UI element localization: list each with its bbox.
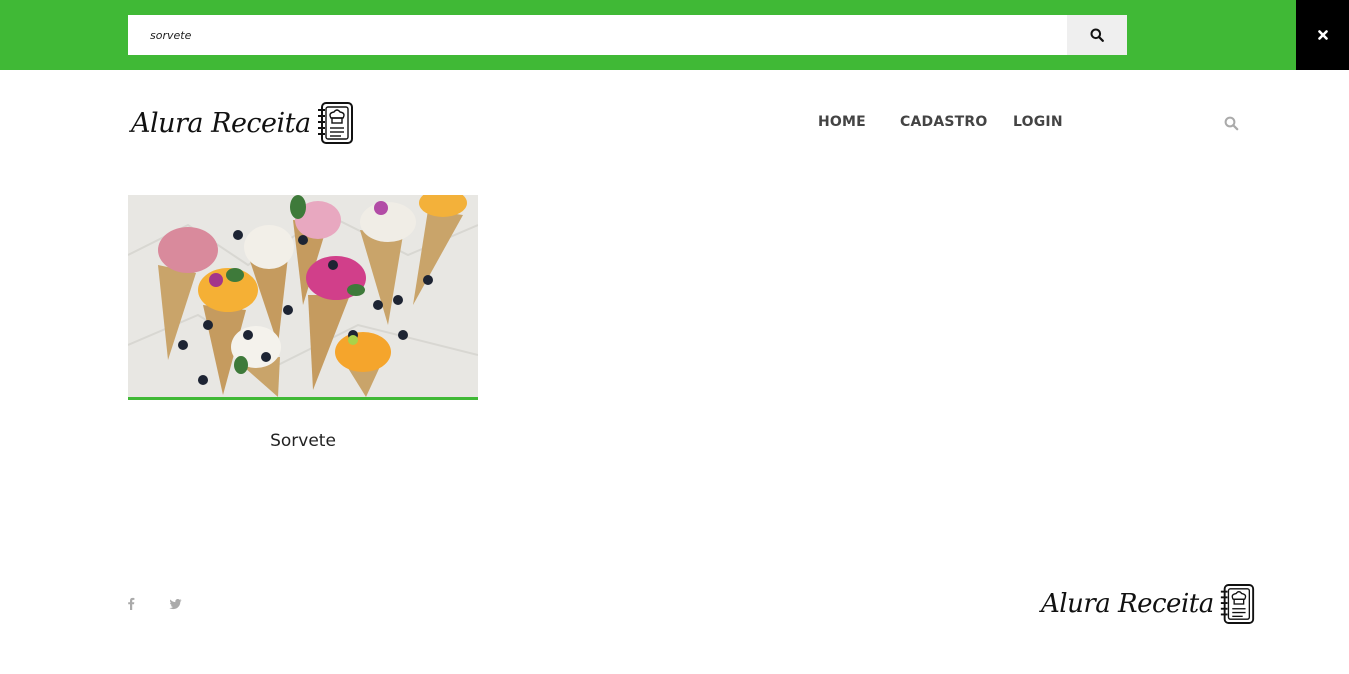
search-box: [128, 15, 1127, 55]
search-icon: [1090, 28, 1104, 42]
twitter-icon: [169, 599, 182, 610]
site-logo[interactable]: Alura Receita: [131, 100, 355, 146]
logo-text: Alura Receita: [131, 107, 311, 139]
search-icon: [1224, 116, 1239, 131]
recipe-image[interactable]: [128, 195, 478, 397]
close-icon: [1317, 30, 1328, 40]
nav-login[interactable]: LOGIN: [1013, 114, 1063, 130]
recipe-book-icon: [1220, 584, 1254, 624]
footer-logo-text: Alura Receita: [1041, 589, 1214, 619]
facebook-link[interactable]: [127, 597, 135, 615]
search-submit-button[interactable]: [1067, 15, 1127, 55]
card-accent-line: [128, 397, 478, 400]
twitter-link[interactable]: [169, 597, 182, 615]
recipe-title[interactable]: Sorvete: [128, 431, 478, 451]
ice-cream-cones-photo: [128, 195, 478, 397]
recipe-book-icon: [317, 102, 353, 144]
facebook-icon: [128, 597, 135, 610]
search-input[interactable]: [128, 15, 1067, 55]
nav-cadastro[interactable]: CADASTRO: [900, 114, 987, 130]
search-overlay-bar: [0, 0, 1349, 70]
site-header: Alura Receita HOME CADASTRO LOGIN: [0, 70, 1349, 180]
header-search-button[interactable]: [1224, 116, 1240, 132]
close-search-button[interactable]: [1296, 0, 1349, 70]
nav-home[interactable]: HOME: [818, 114, 866, 130]
footer-logo[interactable]: Alura Receita: [1041, 582, 1256, 626]
recipe-card[interactable]: Sorvete: [128, 195, 478, 465]
